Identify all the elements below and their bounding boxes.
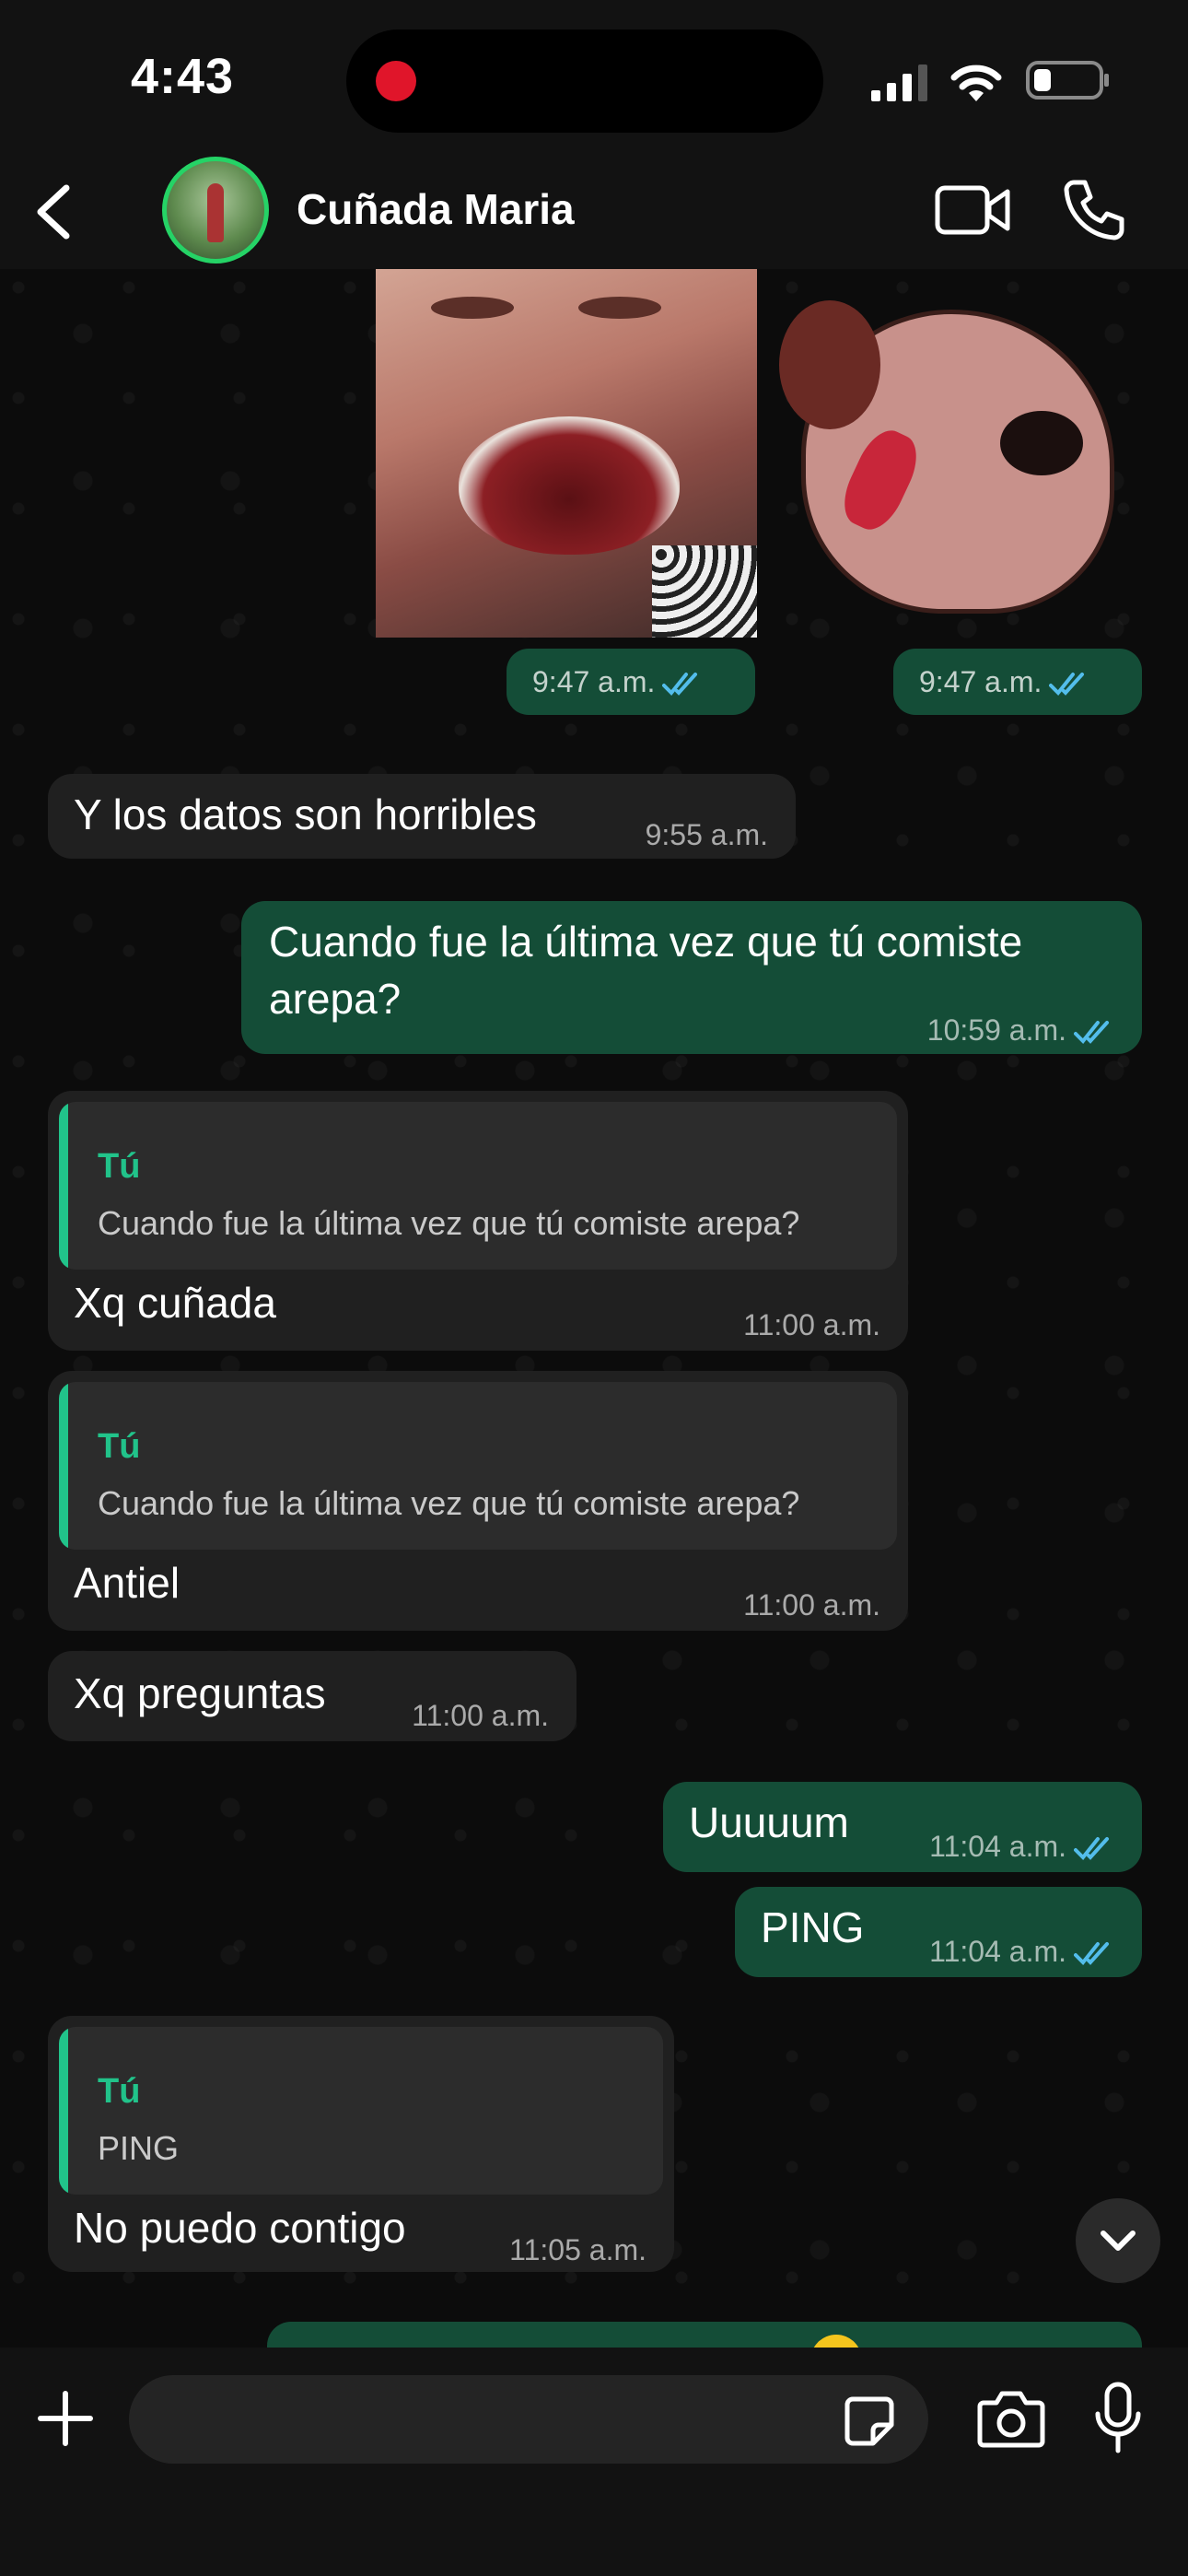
message-input-container[interactable] (129, 2375, 928, 2464)
quote-text: Cuando fue la última vez que tú comiste … (98, 1204, 800, 1242)
photo-mouth (459, 416, 680, 555)
incoming-message[interactable]: Xq preguntas 11:00 a.m. (48, 1651, 577, 1741)
message-text: Y los datos son horribles (74, 790, 537, 838)
message-time: 9:55 a.m. (645, 818, 768, 851)
emoji-icon (810, 2335, 862, 2348)
outgoing-message[interactable]: Uuuuum 11:04 a.m. (663, 1782, 1142, 1872)
chevron-left-icon (37, 184, 70, 240)
double-check-icon (1074, 1020, 1109, 1044)
status-time: 4:43 (131, 49, 235, 104)
message-text: No puedo contigo (74, 2204, 406, 2252)
photo-shirt (652, 545, 757, 638)
plus-icon (38, 2391, 93, 2446)
message-text: Antiel (74, 1559, 181, 1607)
outgoing-message[interactable]: PING 11:04 a.m. (735, 1887, 1142, 1977)
image-timestamp-pill: 9:47 a.m. (507, 649, 755, 715)
contact-name[interactable]: Cuñada Maria (297, 184, 575, 234)
chat-area[interactable]: 9:47 a.m. 9:47 a.m. Y los datos son horr… (0, 269, 1188, 2348)
scroll-to-bottom-button[interactable] (1076, 2198, 1160, 2283)
chat-header: Cuñada Maria (0, 157, 1188, 269)
sticker-message-laughing-dog[interactable] (779, 291, 1133, 628)
message-text-line: arepa? (269, 975, 402, 1023)
message-time: 11:04 a.m. (929, 1830, 1066, 1863)
image-message-laughing-man[interactable] (376, 269, 757, 638)
photo-eye (431, 297, 514, 319)
back-button[interactable] (28, 179, 83, 243)
message-time: 11:00 a.m. (412, 1699, 549, 1732)
quote-text: Cuando fue la última vez que tú comiste … (98, 1484, 800, 1522)
dynamic-island (346, 29, 823, 133)
voice-call-button[interactable] (1061, 177, 1127, 243)
message-time: 11:05 a.m. (509, 2233, 646, 2266)
message-text: Xq preguntas (74, 1669, 326, 1717)
incoming-reply-message[interactable]: Tú Cuando fue la última vez que tú comis… (48, 1371, 908, 1631)
message-time: 11:00 a.m. (743, 1308, 880, 1341)
double-check-icon (1049, 672, 1085, 696)
recording-indicator (376, 61, 416, 101)
double-check-icon (1074, 1836, 1109, 1860)
status-bar: 4:43 (0, 0, 1188, 157)
quoted-message[interactable]: Tú PING (59, 2027, 663, 2195)
chevron-down-icon (1101, 2231, 1136, 2251)
quote-text: PING (98, 2129, 180, 2167)
video-call-button[interactable] (934, 179, 1011, 241)
voice-note-button[interactable] (1092, 2381, 1144, 2454)
message-text-line: Cuando fue la última vez que tú comiste (269, 918, 1023, 966)
sticker-dog-nose (1000, 411, 1083, 475)
message-time: 11:04 a.m. (929, 1935, 1066, 1968)
incoming-message[interactable]: Y los datos son horribles 9:55 a.m. (48, 774, 796, 859)
quote-author: Tú (98, 2072, 141, 2111)
message-time: 9:47 a.m. (532, 665, 656, 698)
message-text: Xq cuñada (74, 1279, 276, 1327)
sticker-timestamp-pill: 9:47 a.m. (893, 649, 1142, 715)
message-time: 10:59 a.m. (926, 1013, 1066, 1047)
message-composer (0, 2348, 1188, 2576)
photo-eye (578, 297, 661, 319)
quote-author: Tú (98, 1147, 141, 1186)
message-time: 11:00 a.m. (743, 1588, 880, 1622)
avatar-person-figure (207, 183, 224, 242)
phone-icon (1064, 180, 1124, 240)
camera-icon (977, 2391, 1045, 2448)
attach-button[interactable] (35, 2388, 96, 2449)
double-check-icon (662, 672, 698, 696)
quote-author: Tú (98, 1427, 141, 1466)
incoming-reply-message[interactable]: Tú PING No puedo contigo 11:05 a.m. (48, 2016, 674, 2272)
message-input[interactable] (162, 2394, 755, 2447)
microphone-icon (1095, 2382, 1141, 2453)
wifi-icon (949, 59, 1004, 103)
outgoing-message-partial[interactable] (267, 2322, 1142, 2348)
double-check-icon (1074, 1941, 1109, 1965)
outgoing-message[interactable]: Cuando fue la última vez que tú comiste … (241, 901, 1142, 1054)
quoted-message[interactable]: Tú Cuando fue la última vez que tú comis… (59, 1382, 897, 1550)
video-camera-icon (935, 185, 1010, 235)
message-text: PING (761, 1903, 865, 1951)
quoted-message[interactable]: Tú Cuando fue la última vez que tú comis… (59, 1102, 897, 1270)
camera-button[interactable] (976, 2388, 1046, 2449)
contact-avatar[interactable] (162, 157, 269, 263)
message-time: 9:47 a.m. (919, 665, 1042, 698)
sticker-icon (844, 2396, 894, 2446)
sticker-button[interactable] (842, 2394, 897, 2449)
incoming-reply-message[interactable]: Tú Cuando fue la última vez que tú comis… (48, 1091, 908, 1351)
message-text: Uuuuum (689, 1798, 849, 1846)
sticker-dog-ear (779, 300, 880, 429)
battery-icon (1026, 59, 1111, 101)
cellular-signal-icon (871, 64, 930, 101)
